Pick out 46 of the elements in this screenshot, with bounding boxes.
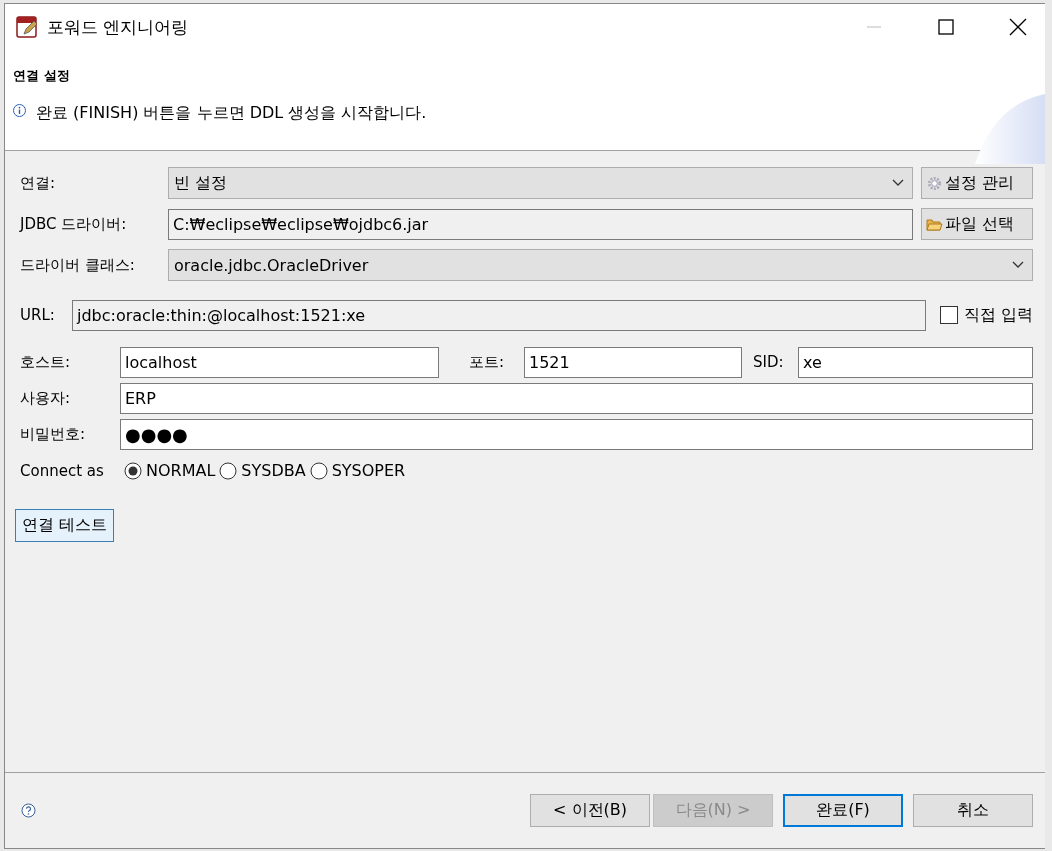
info-message: 완료 (FINISH) 버튼을 누르면 DDL 생성을 시작합니다.	[36, 103, 427, 124]
text-field[interactable]: 1521	[524, 346, 742, 378]
folder-icon	[926, 216, 943, 232]
page-title: 연결 설정	[13, 67, 71, 85]
field-label: SID:	[753, 353, 785, 371]
radio-label: NORMAL	[146, 461, 216, 480]
window-title: 포워드 엔지니어링	[47, 15, 190, 39]
help-icon[interactable]	[21, 803, 36, 818]
connection-dropdown[interactable]: 빈 설정	[168, 167, 913, 199]
driver-class-dropdown[interactable]: oracle.jdbc.OracleDriver	[168, 249, 1033, 281]
field-label: 포트:	[469, 352, 506, 372]
close-icon[interactable]	[1007, 16, 1029, 38]
radio-button[interactable]	[124, 461, 142, 480]
radio-label: SYSOPER	[331, 461, 406, 480]
field-label: JDBC 드라이버:	[20, 214, 128, 234]
text-field[interactable]: ERP	[120, 382, 1033, 414]
wizard-button[interactable]: 완료(F)	[783, 794, 903, 827]
wizard-button[interactable]: 취소	[913, 794, 1033, 827]
maximize-icon[interactable]	[935, 16, 957, 38]
field-label: Connect as	[20, 461, 105, 480]
info-icon	[13, 104, 26, 117]
banner-graphic	[975, 94, 1045, 164]
radio-button[interactable]	[309, 461, 328, 480]
text-field[interactable]: jdbc:oracle:thin:@localhost:1521:xe	[72, 299, 926, 331]
text-field[interactable]: C:₩eclipse₩eclipse₩ojdbc6.jar	[168, 208, 913, 240]
test-connection-button[interactable]: 연결 테스트	[15, 509, 115, 542]
field-label: 드라이버 클래스:	[20, 255, 136, 275]
radio-label: SYSDBA	[241, 461, 306, 480]
field-label: 비밀번호:	[20, 424, 87, 444]
checkbox-label: 직접 입력	[963, 304, 1033, 326]
radio-button[interactable]	[219, 461, 238, 480]
field-label: 호스트:	[20, 352, 72, 372]
gear-icon	[926, 175, 943, 191]
wizard-button[interactable]: < 이전(B)	[530, 794, 650, 827]
field-label: 사용자:	[20, 388, 72, 408]
chevron-down-icon	[892, 179, 904, 187]
checkbox[interactable]	[939, 306, 958, 324]
choose-file-button[interactable]: 파일 선택	[921, 208, 1033, 240]
chevron-down-icon	[1012, 261, 1024, 269]
text-field[interactable]: xe	[798, 346, 1033, 378]
notepad-pencil-icon	[15, 15, 39, 39]
field-label: URL:	[20, 306, 56, 324]
manage-settings-button[interactable]: 설정 관리	[921, 167, 1033, 199]
field-label: 연결:	[20, 173, 57, 193]
password-field[interactable]: ●●●●	[120, 418, 1033, 450]
text-field[interactable]: localhost	[120, 346, 439, 378]
